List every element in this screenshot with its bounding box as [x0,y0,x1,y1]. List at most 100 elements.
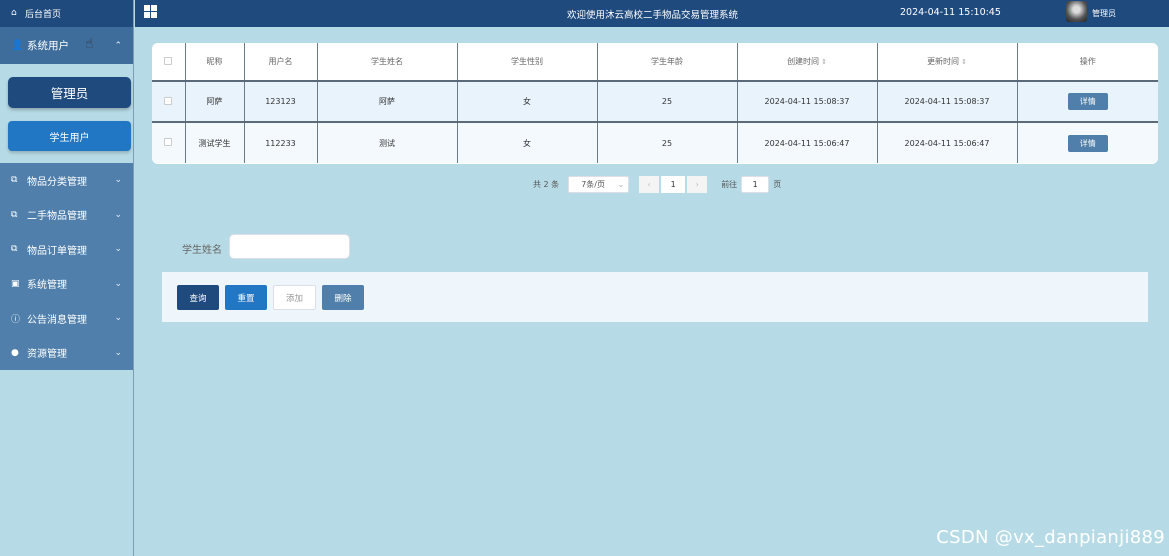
user-icon: 👤 [11,40,24,51]
chevron-right-icon: › [695,179,699,189]
goto-page-input[interactable]: 1 [741,175,770,193]
sidebar-item-label: 物品分类管理 [27,176,87,188]
sidebar-item-label: 资源管理 [27,349,67,361]
page-number[interactable]: 1 [661,175,686,193]
watermark: CSDN @vx_danpianji889 [936,527,1165,548]
column-header-sortable[interactable]: 更新时间 ⇕ [877,43,1018,81]
submenu: 管理员 学生用户 [0,64,133,163]
grid-menu-icon[interactable] [144,5,157,18]
home-icon: ⌂ [11,8,17,18]
select-all-checkbox[interactable] [152,43,186,81]
sidebar-items: ⧉ 物品分类管理 ⌄ ⧉ 二手物品管理 ⌄ ⧉ 物品订单管理 ⌄ ▣ 系统管理 … [0,163,133,370]
image-icon: ▣ [11,278,20,289]
table-cell: 123123 [244,80,318,122]
sidebar-group-system-users[interactable]: 👤 系统用户 ☝ ⌃ [0,27,133,64]
table-cell: 2024-04-11 15:06:47 [877,121,1018,163]
next-page-button[interactable]: › [687,175,708,193]
table-cell: 2024-04-11 15:06:47 [737,121,878,163]
column-header: 学生姓名 [317,43,458,81]
sidebar-item-orders[interactable]: ⧉ 物品订单管理 ⌄ [0,232,133,267]
prev-page-button[interactable]: ‹ [639,175,660,193]
column-header-label: 更新时间 [927,57,960,66]
chevron-down-icon: ⌄ [114,313,122,324]
user-table: 昵称 用户名 学生姓名 学生性别 学生年龄 创建时间 ⇕ 更新时间 ⇕ 操作 阿萨 … [152,43,1158,164]
pagination-total: 共 2 条 [533,179,560,189]
sidebar-item-label: 后台首页 [25,10,62,20]
sort-icon[interactable]: ⇕ [961,58,967,66]
table-cell: 25 [597,80,738,122]
chevron-down-icon: ⌄ [114,244,122,255]
pagination: 共 2 条 7条/页 ⌄ ‹ 1 › 前往 1 页 [533,175,781,193]
column-header-sortable[interactable]: 创建时间 ⇕ [737,43,878,81]
table-cell: 测试学生 [185,121,245,163]
external-link-icon: ⧉ [11,209,18,220]
header-title: 欢迎使用沐云高校二手物品交易管理系统 [567,10,739,21]
column-header: 学生年龄 [597,43,738,81]
table-cell: 阿萨 [185,80,245,122]
goto-label: 前往 [721,179,738,189]
chevron-down-icon: ⌄ [114,347,122,358]
submenu-admin[interactable]: 管理员 [8,77,131,108]
sidebar-item-goods[interactable]: ⧉ 二手物品管理 ⌄ [0,198,133,233]
sidebar-item-category[interactable]: ⧉ 物品分类管理 ⌄ [0,163,133,198]
chevron-down-icon: ⌄ [617,179,625,189]
chevron-left-icon: ‹ [647,179,651,189]
table-cell: 测试 [317,121,458,163]
header-time: 2024-04-11 15:10:45 [900,7,1001,18]
action-bar: 查询 重置 添加 删除 [162,272,1148,322]
table-row: 阿萨 123123 阿萨 女 25 2024-04-11 15:08:37 20… [152,80,1158,122]
page-size-select[interactable]: 7条/页 ⌄ [568,175,630,193]
external-link-icon: ⧉ [11,244,18,255]
table-cell-actions: 详情 [1017,121,1158,163]
avatar[interactable] [1066,1,1087,22]
chevron-down-icon: ⌄ [114,175,122,186]
sidebar-group-label: 系统用户 [27,40,69,52]
sidebar-item-label: 物品订单管理 [27,245,87,257]
goto-suffix: 页 [773,179,782,189]
table-cell: 2024-04-11 15:08:37 [737,80,878,122]
detail-button[interactable]: 详情 [1067,93,1108,110]
external-link-icon: ⧉ [11,175,18,186]
table-cell: 2024-04-11 15:08:37 [877,80,1018,122]
info-icon: ⓘ [11,314,21,325]
page-size-value: 7条/页 [581,179,605,189]
table-cell: 25 [597,121,738,163]
search-label: 学生姓名 [182,245,222,256]
row-checkbox[interactable] [152,121,186,163]
table-cell: 112233 [244,121,318,163]
sort-icon[interactable]: ⇕ [821,58,827,66]
detail-button[interactable]: 详情 [1067,134,1108,152]
table-cell: 阿萨 [317,80,458,122]
column-header-label: 创建时间 [787,57,820,66]
chevron-up-icon: ⌃ [114,40,122,51]
sidebar-item-system[interactable]: ▣ 系统管理 ⌄ [0,267,133,302]
sidebar-item-resources[interactable]: ● 资源管理 ⌄ [0,336,133,371]
delete-button[interactable]: 删除 [322,285,364,310]
sidebar: ⌂ 后台首页 👤 系统用户 ☝ ⌃ 管理员 学生用户 ⧉ 物品分类管理 ⌄ ⧉ … [0,0,134,556]
hand-cursor-icon: ☝ [85,36,94,52]
column-header: 学生性别 [457,43,598,81]
chevron-down-icon: ⌄ [114,278,122,289]
reset-button[interactable]: 重置 [225,285,267,310]
sidebar-item-home[interactable]: ⌂ 后台首页 [0,0,133,27]
location-icon: ● [11,347,19,358]
top-header: 欢迎使用沐云高校二手物品交易管理系统 2024-04-11 15:10:45 管… [135,0,1169,27]
column-header: 操作 [1017,43,1158,81]
chevron-down-icon: ⌄ [114,209,122,220]
query-button[interactable]: 查询 [177,285,219,310]
row-checkbox[interactable] [152,80,186,122]
add-button[interactable]: 添加 [273,285,316,310]
column-header: 昵称 [185,43,245,81]
student-name-input[interactable] [229,234,350,259]
sidebar-item-label: 系统管理 [27,280,67,292]
sidebar-item-label: 二手物品管理 [27,211,87,223]
column-header: 用户名 [244,43,318,81]
table-header-row: 昵称 用户名 学生姓名 学生性别 学生年龄 创建时间 ⇕ 更新时间 ⇕ 操作 [152,43,1158,81]
table-cell: 女 [457,121,598,163]
sidebar-item-label: 公告消息管理 [27,314,87,326]
table-cell: 女 [457,80,598,122]
table-cell-actions: 详情 [1017,80,1158,122]
submenu-student[interactable]: 学生用户 [8,121,131,151]
sidebar-item-notice[interactable]: ⓘ 公告消息管理 ⌄ [0,301,133,336]
header-username[interactable]: 管理员 [1092,8,1116,19]
